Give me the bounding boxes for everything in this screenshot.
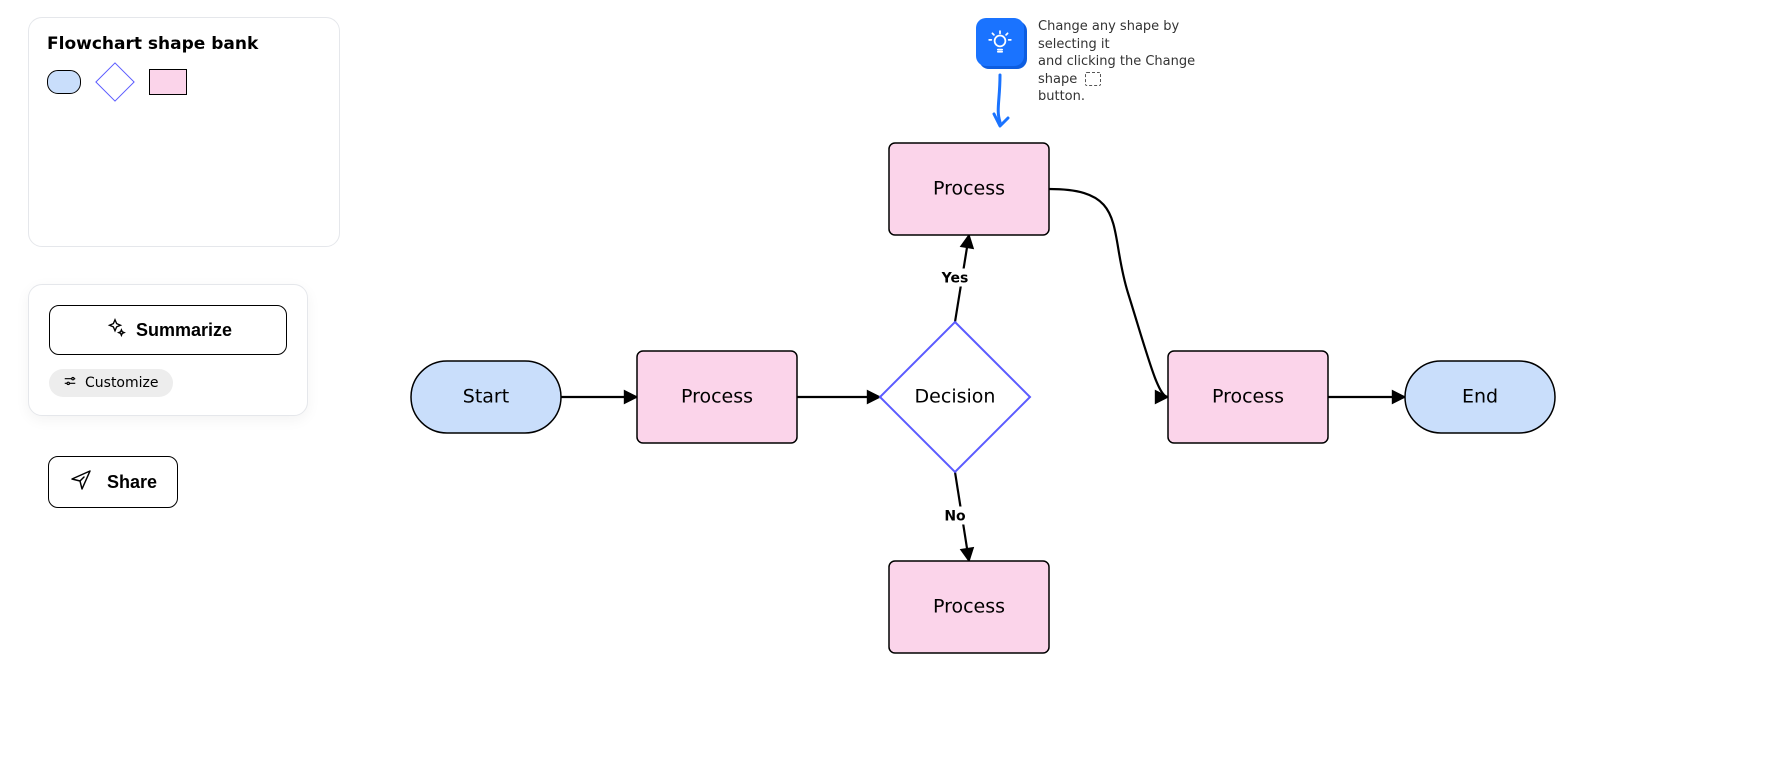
node-label: Process <box>1212 386 1284 408</box>
node-dec[interactable]: Decision <box>880 322 1030 472</box>
node-label: Decision <box>915 386 996 408</box>
node-end[interactable]: End <box>1405 361 1555 433</box>
edge-p_yes-p_right[interactable] <box>1049 189 1168 397</box>
edge-label: No <box>944 509 966 525</box>
node-p_no[interactable]: Process <box>889 561 1049 653</box>
node-p_right[interactable]: Process <box>1168 351 1328 443</box>
node-label: Process <box>933 596 1005 618</box>
edge-label: Yes <box>941 271 969 287</box>
node-label: End <box>1462 386 1498 408</box>
node-label: Start <box>463 386 509 408</box>
node-p_yes[interactable]: Process <box>889 143 1049 235</box>
node-label: Process <box>681 386 753 408</box>
node-start[interactable]: Start <box>411 361 561 433</box>
node-p1[interactable]: Process <box>637 351 797 443</box>
flowchart-canvas[interactable]: Yes No Start Process Decision Process Process… <box>0 0 1774 779</box>
node-label: Process <box>933 178 1005 200</box>
